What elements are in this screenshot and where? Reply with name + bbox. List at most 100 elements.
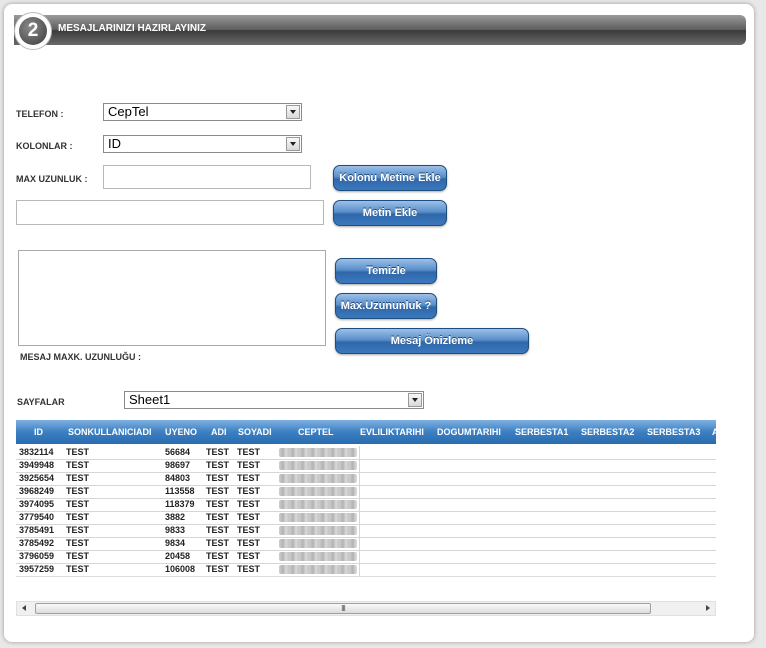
column-header-ceptel[interactable]: CEPTEL <box>298 420 334 444</box>
table-row[interactable]: 3796059 TEST 20458 TEST TEST <box>16 550 716 564</box>
column-header-sonkullaniciadi[interactable]: SONKULLANICIADI <box>68 420 152 444</box>
cell-ceptel-redacted <box>279 552 357 561</box>
table-row[interactable]: 3785492 TEST 9834 TEST TEST <box>16 537 716 551</box>
cell-soyadi: TEST <box>237 538 261 548</box>
step-number-badge: 2 <box>14 12 52 50</box>
mesaj-onizleme-button[interactable]: Mesaj Önizleme <box>335 328 529 354</box>
column-header-soyadi[interactable]: SOYADI <box>238 420 272 444</box>
cell-id: 3796059 <box>19 551 55 561</box>
table-row[interactable]: 3832114 TEST 56684 TEST TEST <box>16 446 716 460</box>
column-header-adi[interactable]: ADI <box>211 420 227 444</box>
table-row[interactable]: 3779540 TEST 3882 TEST TEST <box>16 511 716 525</box>
temizle-button[interactable]: Temizle <box>335 258 437 284</box>
cell-ceptel-redacted <box>279 500 357 509</box>
cell-adi: TEST <box>206 538 230 548</box>
chevron-down-icon[interactable] <box>408 393 422 407</box>
cell-divider <box>359 550 360 563</box>
cell-soyadi: TEST <box>237 512 261 522</box>
column-header-serbesta3[interactable]: SERBESTA3 <box>647 420 700 444</box>
cell-adi: TEST <box>206 499 230 509</box>
metin-ekle-button[interactable]: Metin Ekle <box>333 200 447 226</box>
scroll-right-icon[interactable] <box>706 605 710 611</box>
kolonu-metine-ekle-button[interactable]: Kolonu Metine Ekle <box>333 165 447 191</box>
cell-sonkullaniciadi: TEST <box>66 525 90 535</box>
cell-sonkullaniciadi: TEST <box>66 564 90 574</box>
cell-adi: TEST <box>206 447 230 457</box>
column-header-a[interactable]: A <box>712 420 716 444</box>
cell-id: 3779540 <box>19 512 55 522</box>
cell-divider <box>359 537 360 550</box>
scroll-left-icon[interactable] <box>22 605 26 611</box>
table-row[interactable]: 3949948 TEST 98697 TEST TEST <box>16 459 716 473</box>
max-uzunluk-label: MAX UZUNLUK : <box>16 174 88 184</box>
table-row[interactable]: 3925654 TEST 84803 TEST TEST <box>16 472 716 486</box>
kolonlar-select[interactable]: ID <box>103 135 302 153</box>
mesaj-max-uzunluk-label: MESAJ MAXK. UZUNLUĞU : <box>20 352 141 362</box>
telefon-selected-value: CepTel <box>108 104 149 119</box>
cell-uyeno: 3882 <box>165 512 186 522</box>
column-header-dogumtarihi[interactable]: DOGUMTARIHI <box>437 420 501 444</box>
column-header-id[interactable]: ID <box>34 420 43 444</box>
table-row[interactable]: 3968249 TEST 113558 TEST TEST <box>16 485 716 499</box>
cell-soyadi: TEST <box>237 447 261 457</box>
cell-ceptel-redacted <box>279 461 357 470</box>
cell-id: 3925654 <box>19 473 55 483</box>
column-header-serbesta2[interactable]: SERBESTA2 <box>581 420 634 444</box>
cell-sonkullaniciadi: TEST <box>66 538 90 548</box>
sayfalar-selected-value: Sheet1 <box>129 392 171 407</box>
cell-adi: TEST <box>206 525 230 535</box>
cell-uyeno: 9834 <box>165 538 186 548</box>
cell-divider <box>359 459 360 472</box>
table-row[interactable]: 3785491 TEST 9833 TEST TEST <box>16 524 716 538</box>
table-row[interactable]: 3957259 TEST 106008 TEST TEST <box>16 563 716 576</box>
cell-divider <box>359 485 360 498</box>
cell-sonkullaniciadi: TEST <box>66 512 90 522</box>
column-header-uyeno[interactable]: UYENO <box>165 420 197 444</box>
mesaj-textarea[interactable] <box>18 250 326 346</box>
telefon-label: TELEFON : <box>16 109 64 119</box>
cell-id: 3832114 <box>19 447 54 457</box>
step-number: 2 <box>19 17 47 45</box>
max-uzunluk-button[interactable]: Max.Uzununluk ? <box>335 293 437 319</box>
cell-id: 3968249 <box>19 486 55 496</box>
sayfalar-label: SAYFALAR <box>17 397 65 407</box>
cell-soyadi: TEST <box>237 486 261 496</box>
cell-ceptel-redacted <box>279 539 357 548</box>
cell-uyeno: 106008 <box>165 564 196 574</box>
cell-adi: TEST <box>206 473 230 483</box>
cell-id: 3974095 <box>19 499 55 509</box>
cell-sonkullaniciadi: TEST <box>66 460 90 470</box>
cell-divider <box>359 563 360 576</box>
table-row[interactable]: 3974095 TEST 118379 TEST TEST <box>16 498 716 512</box>
cell-id: 3949948 <box>19 460 55 470</box>
cell-id: 3785492 <box>19 538 55 548</box>
chevron-down-icon[interactable] <box>286 137 300 151</box>
cell-adi: TEST <box>206 564 230 574</box>
horizontal-scrollbar[interactable]: III <box>16 601 716 616</box>
cell-sonkullaniciadi: TEST <box>66 447 90 457</box>
column-header-evliliktarihi[interactable]: EVLILIKTARIHI <box>360 420 424 444</box>
cell-ceptel-redacted <box>279 448 357 457</box>
cell-adi: TEST <box>206 460 230 470</box>
cell-soyadi: TEST <box>237 551 261 561</box>
cell-divider <box>359 498 360 511</box>
cell-uyeno: 56684 <box>165 447 191 457</box>
cell-adi: TEST <box>206 512 230 522</box>
cell-soyadi: TEST <box>237 564 261 574</box>
metin-input[interactable] <box>16 200 324 225</box>
data-grid: ID SONKULLANICIADI UYENO ADI SOYADI CEPT… <box>16 420 716 577</box>
telefon-select[interactable]: CepTel <box>103 103 302 121</box>
cell-uyeno: 118379 <box>165 499 195 509</box>
cell-uyeno: 113558 <box>165 486 195 496</box>
cell-sonkullaniciadi: TEST <box>66 551 90 561</box>
column-header-serbesta1[interactable]: SERBESTA1 <box>515 420 568 444</box>
sayfalar-select[interactable]: Sheet1 <box>124 391 424 409</box>
cell-adi: TEST <box>206 551 230 561</box>
scrollbar-thumb[interactable]: III <box>35 603 651 614</box>
cell-ceptel-redacted <box>279 513 357 522</box>
cell-ceptel-redacted <box>279 487 357 496</box>
max-uzunluk-input[interactable] <box>103 165 311 189</box>
cell-uyeno: 84803 <box>165 473 191 483</box>
chevron-down-icon[interactable] <box>286 105 300 119</box>
cell-sonkullaniciadi: TEST <box>66 486 90 496</box>
